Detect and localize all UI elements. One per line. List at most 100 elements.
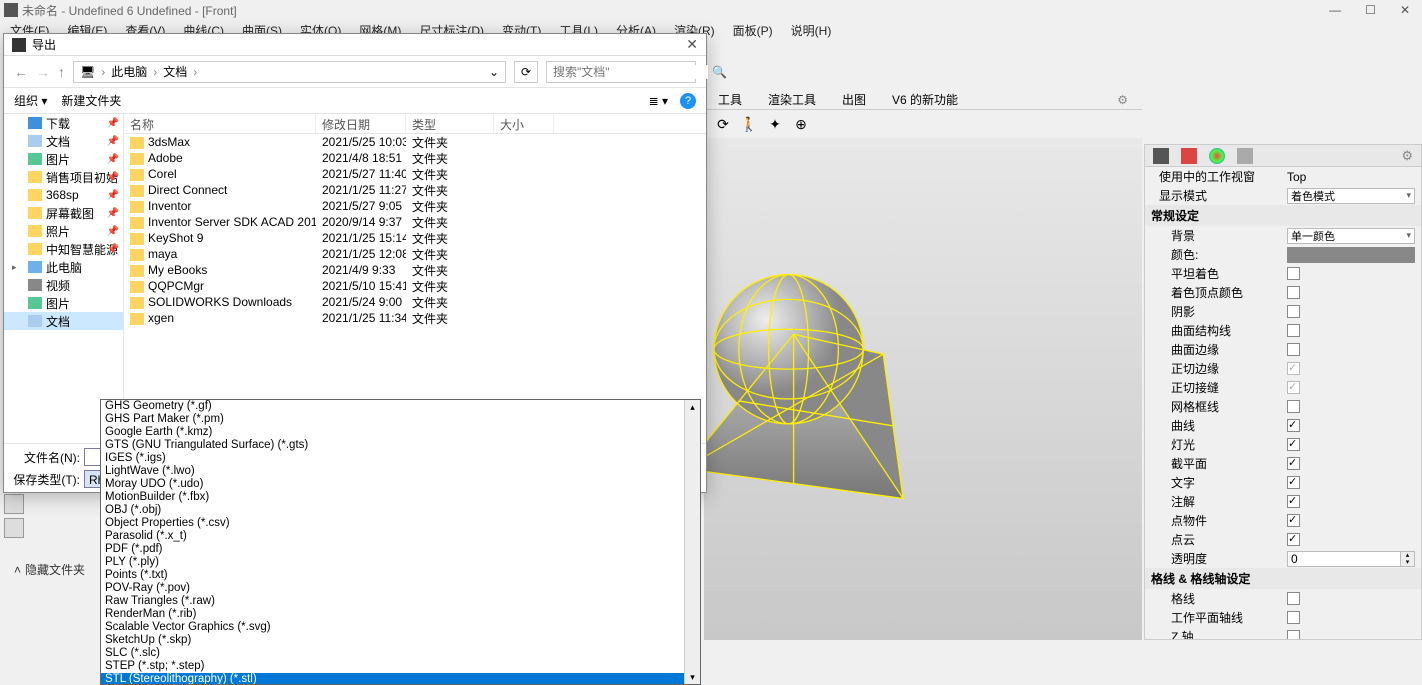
checkbox[interactable]: [1287, 343, 1300, 356]
savetype-option[interactable]: Scalable Vector Graphics (*.svg): [101, 621, 700, 634]
maximize-button[interactable]: ☐: [1365, 3, 1376, 17]
checkbox[interactable]: [1287, 267, 1300, 280]
file-row[interactable]: QQPCMgr2021/5/10 15:41文件夹: [124, 278, 706, 294]
checkbox[interactable]: [1287, 592, 1300, 605]
ribbon-tab[interactable]: 出图: [838, 89, 870, 110]
material-tab-icon[interactable]: [1181, 148, 1197, 164]
file-row[interactable]: Inventor Server SDK ACAD 20182020/9/14 9…: [124, 214, 706, 230]
tree-item[interactable]: 销售项目初始📌: [4, 168, 123, 186]
breadcrumb-part[interactable]: 此电脑: [111, 63, 147, 80]
checkbox[interactable]: [1287, 476, 1300, 489]
file-row[interactable]: Direct Connect2021/1/25 11:27文件夹: [124, 182, 706, 198]
file-row[interactable]: Corel2021/5/27 11:40文件夹: [124, 166, 706, 182]
chevron-down-icon[interactable]: ⌄: [489, 65, 499, 79]
gear-icon[interactable]: ⚙: [1113, 91, 1132, 109]
savetype-option[interactable]: MotionBuilder (*.fbx): [101, 491, 700, 504]
link-tab-icon[interactable]: [1237, 148, 1253, 164]
savetype-option[interactable]: GTS (GNU Triangulated Surface) (*.gts): [101, 439, 700, 452]
dropdown-scrollbar[interactable]: ▴ ▾: [684, 400, 700, 684]
savetype-option[interactable]: RenderMan (*.rib): [101, 608, 700, 621]
checkbox[interactable]: [1287, 533, 1300, 546]
search-icon[interactable]: 🔍: [712, 65, 727, 79]
gear-icon[interactable]: ⚙: [1401, 148, 1413, 164]
ribbon-tab[interactable]: V6 的新功能: [888, 89, 962, 110]
tree-item[interactable]: 文档📌: [4, 132, 123, 150]
file-row[interactable]: Adobe2021/4/8 18:51文件夹: [124, 150, 706, 166]
savetype-option[interactable]: GHS Geometry (*.gf): [101, 400, 700, 413]
number-input[interactable]: 0: [1287, 551, 1401, 567]
select[interactable]: 单一颜色▾: [1287, 228, 1415, 244]
select[interactable]: 着色模式▾: [1287, 188, 1415, 204]
folder-tree[interactable]: 下载📌文档📌图片📌销售项目初始📌368sp📌屏幕截图📌照片📌中知智慧能源📌▸此电…: [4, 114, 124, 443]
checkbox[interactable]: [1287, 495, 1300, 508]
checkbox[interactable]: [1287, 630, 1300, 639]
file-row[interactable]: My eBooks2021/4/9 9:33文件夹: [124, 262, 706, 278]
savetype-option[interactable]: SLC (*.slc): [101, 647, 700, 660]
savetype-option[interactable]: PDF (*.pdf): [101, 543, 700, 556]
view-options-icon[interactable]: ≣ ▾: [649, 94, 668, 108]
rotate-icon[interactable]: ⟳: [714, 115, 732, 133]
new-folder-button[interactable]: 新建文件夹: [61, 92, 121, 109]
column-size[interactable]: 大小: [494, 114, 554, 133]
column-date[interactable]: 修改日期: [316, 114, 406, 133]
savetype-option[interactable]: Google Earth (*.kmz): [101, 426, 700, 439]
tree-item[interactable]: ▸此电脑: [4, 258, 123, 276]
tree-item[interactable]: 文档: [4, 312, 123, 330]
minimize-button[interactable]: —: [1329, 3, 1341, 17]
savetype-option[interactable]: IGES (*.igs): [101, 452, 700, 465]
file-row[interactable]: xgen2021/1/25 11:34文件夹: [124, 310, 706, 326]
organize-button[interactable]: 组织 ▾: [14, 92, 47, 109]
breadcrumb-part[interactable]: 文档: [163, 63, 187, 80]
savetype-dropdown[interactable]: GHS Geometry (*.gf)GHS Part Maker (*.pm)…: [100, 399, 701, 685]
checkbox[interactable]: [1287, 305, 1300, 318]
file-list[interactable]: 名称 修改日期 类型 大小 3dsMax2021/5/25 10:03文件夹Ad…: [124, 114, 706, 443]
target-icon[interactable]: ⊕: [792, 115, 810, 133]
savetype-option[interactable]: STEP (*.stp; *.step): [101, 660, 700, 673]
tree-item[interactable]: 中知智慧能源📌: [4, 240, 123, 258]
savetype-option[interactable]: STL (Stereolithography) (*.stl): [101, 673, 700, 685]
file-row[interactable]: SOLIDWORKS Downloads2021/5/24 9:00文件夹: [124, 294, 706, 310]
savetype-option[interactable]: Parasolid (*.x_t): [101, 530, 700, 543]
savetype-option[interactable]: Moray UDO (*.udo): [101, 478, 700, 491]
checkbox[interactable]: [1287, 438, 1300, 451]
tree-item[interactable]: 368sp📌: [4, 186, 123, 204]
file-row[interactable]: KeyShot 92021/1/25 15:14文件夹: [124, 230, 706, 246]
refresh-button[interactable]: ⟳: [514, 61, 538, 83]
display-tab-icon[interactable]: [1153, 148, 1169, 164]
savetype-option[interactable]: OBJ (*.obj): [101, 504, 700, 517]
nav-back-icon[interactable]: ←: [14, 64, 28, 80]
file-row[interactable]: 3dsMax2021/5/25 10:03文件夹: [124, 134, 706, 150]
search-box[interactable]: 🔍: [546, 61, 696, 83]
viewport-3d[interactable]: [704, 138, 1142, 640]
nav-up-icon[interactable]: ↑: [58, 64, 65, 80]
tree-item[interactable]: 图片📌: [4, 150, 123, 168]
scroll-up-icon[interactable]: ▴: [685, 400, 700, 414]
tree-item[interactable]: 屏幕截图📌: [4, 204, 123, 222]
ribbon-tab[interactable]: 渲染工具: [764, 89, 820, 110]
column-type[interactable]: 类型: [406, 114, 494, 133]
search-input[interactable]: [553, 65, 708, 79]
checkbox[interactable]: [1287, 514, 1300, 527]
savetype-option[interactable]: SketchUp (*.skp): [101, 634, 700, 647]
checkbox[interactable]: [1287, 286, 1300, 299]
checkbox[interactable]: [1287, 324, 1300, 337]
savetype-option[interactable]: POV-Ray (*.pov): [101, 582, 700, 595]
sparkle-icon[interactable]: ✦: [766, 115, 784, 133]
breadcrumb[interactable]: 🖥 › 此电脑 › 文档 › ⌄: [73, 61, 506, 83]
help-icon[interactable]: ?: [680, 93, 696, 109]
nav-forward-icon[interactable]: →: [36, 64, 50, 80]
menu-item[interactable]: 面板(P): [727, 20, 779, 41]
checkbox[interactable]: [1287, 400, 1300, 413]
savetype-option[interactable]: Object Properties (*.csv): [101, 517, 700, 530]
ribbon-tab[interactable]: 工具: [714, 89, 746, 110]
tree-item[interactable]: 下载📌: [4, 114, 123, 132]
savetype-option[interactable]: Points (*.txt): [101, 569, 700, 582]
walk-icon[interactable]: 🚶: [740, 115, 758, 133]
close-icon[interactable]: ✕: [686, 36, 698, 53]
savetype-option[interactable]: LightWave (*.lwo): [101, 465, 700, 478]
tree-item[interactable]: 图片: [4, 294, 123, 312]
tree-item[interactable]: 视频: [4, 276, 123, 294]
checkbox[interactable]: [1287, 419, 1300, 432]
menu-item[interactable]: 说明(H): [785, 20, 838, 41]
checkbox[interactable]: [1287, 457, 1300, 470]
